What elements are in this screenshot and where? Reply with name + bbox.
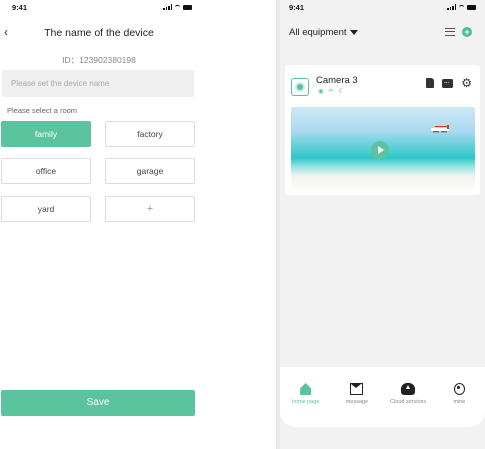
- card-actions: ⚙: [426, 76, 472, 89]
- wifi-icon: [458, 4, 465, 10]
- camera-status-icons: ◉ ∞ ☾: [318, 87, 344, 95]
- status-icons: [163, 4, 192, 10]
- user-icon: [453, 383, 465, 395]
- add-room-button[interactable]: +: [105, 196, 195, 222]
- wifi-status-icon: ◉: [318, 88, 324, 95]
- nav-home[interactable]: home page: [281, 383, 331, 427]
- list-menu-icon[interactable]: [445, 28, 455, 36]
- room-option-factory[interactable]: factory: [105, 121, 195, 147]
- battery-icon: [183, 4, 192, 10]
- link-status-icon: ∞: [328, 87, 334, 94]
- device-id: ID：123902380198: [62, 55, 136, 65]
- room-option-yard[interactable]: yard: [1, 196, 91, 222]
- camera-name: Camera 3: [316, 75, 358, 86]
- status-bar: 9:41: [280, 0, 485, 14]
- add-device-icon[interactable]: +: [462, 27, 472, 37]
- nav-message-label: message: [345, 399, 369, 405]
- cloud-upload-icon: [401, 383, 416, 395]
- wifi-icon: [174, 4, 181, 10]
- nav-home-label: home page: [291, 399, 320, 405]
- status-icons: [447, 4, 476, 10]
- room-option-garage[interactable]: garage: [105, 158, 195, 184]
- equipment-filter-label: All equipment: [289, 27, 347, 38]
- device-name-screen: 9:41 ‹ The name of the device ID：1239023…: [0, 0, 198, 449]
- page-header: ‹ The name of the device: [0, 24, 198, 42]
- save-button[interactable]: Save: [1, 390, 195, 416]
- nav-cloud-label: Cloud services: [390, 399, 427, 405]
- sd-card-icon[interactable]: [426, 78, 435, 88]
- status-time: 9:41: [289, 3, 305, 12]
- home-screen: 9:41 All equipment + Camera 3 ◉ ∞ ☾ ⚙: [280, 0, 485, 449]
- page-title: The name of the device: [44, 27, 154, 39]
- status-time: 9:41: [12, 3, 28, 12]
- nav-cloud[interactable]: Cloud services: [383, 383, 433, 427]
- device-name-input[interactable]: [2, 70, 194, 97]
- room-select-label: Please select a room: [7, 106, 78, 115]
- battery-icon: [467, 4, 476, 10]
- camera-avatar-icon: [291, 78, 309, 96]
- night-mode-icon: ☾: [338, 88, 345, 95]
- signal-icon: [447, 4, 456, 10]
- signal-icon: [163, 4, 172, 10]
- status-bar: 9:41: [0, 0, 198, 14]
- camera-preview[interactable]: [291, 107, 475, 189]
- home-icon: [300, 383, 312, 395]
- equipment-filter-dropdown[interactable]: All equipment: [289, 27, 358, 38]
- seaplane-image: [431, 125, 449, 133]
- top-bar: All equipment +: [280, 24, 485, 42]
- play-icon[interactable]: [371, 141, 389, 159]
- nav-mine[interactable]: mine: [434, 383, 484, 427]
- chat-message-icon[interactable]: [442, 76, 454, 88]
- nav-mine-label: mine: [453, 399, 466, 405]
- gear-icon[interactable]: ⚙: [461, 77, 472, 89]
- nav-message[interactable]: message: [332, 383, 382, 427]
- caret-down-icon: [349, 29, 358, 35]
- room-option-family[interactable]: family: [1, 121, 91, 147]
- bottom-nav: home page message Cloud services mine: [280, 367, 485, 427]
- room-option-office[interactable]: office: [1, 158, 91, 184]
- device-card[interactable]: Camera 3 ◉ ∞ ☾ ⚙: [285, 65, 480, 195]
- mail-icon: [350, 383, 364, 395]
